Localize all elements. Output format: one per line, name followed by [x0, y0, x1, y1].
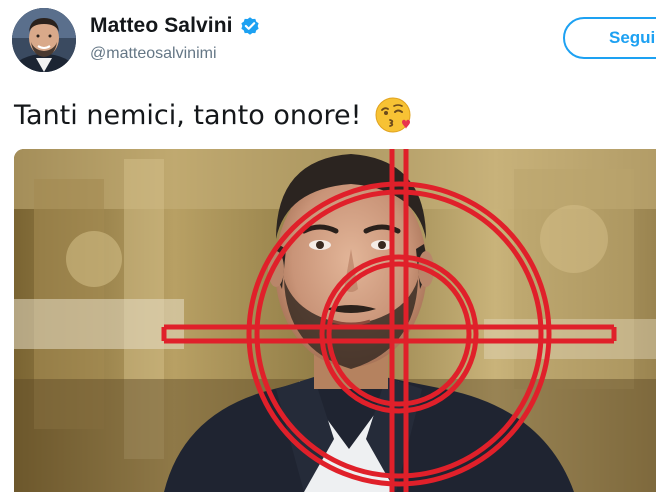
tweet-text: Tanti nemici, tanto onore! — [14, 99, 362, 131]
tweet-viewport: Matteo Salvini @matteosalvinimi Segui Ta… — [0, 0, 656, 492]
crosshair-photo-icon — [14, 149, 656, 492]
tweet-card: Matteo Salvini @matteosalvinimi Segui Ta… — [0, 0, 656, 492]
author-handle[interactable]: @matteosalvinimi — [90, 45, 217, 63]
verified-badge-icon — [239, 15, 261, 37]
face-blowing-kiss-icon — [373, 95, 413, 135]
avatar[interactable] — [12, 8, 76, 72]
author-name-row[interactable]: Matteo Salvini — [90, 12, 261, 40]
author-display-name[interactable]: Matteo Salvini — [90, 14, 233, 38]
tweet-media-photo[interactable] — [14, 149, 656, 492]
tweet-text-row: Tanti nemici, tanto onore! — [14, 95, 413, 135]
follow-button[interactable]: Segui — [563, 17, 656, 59]
avatar-photo-icon — [12, 8, 76, 72]
